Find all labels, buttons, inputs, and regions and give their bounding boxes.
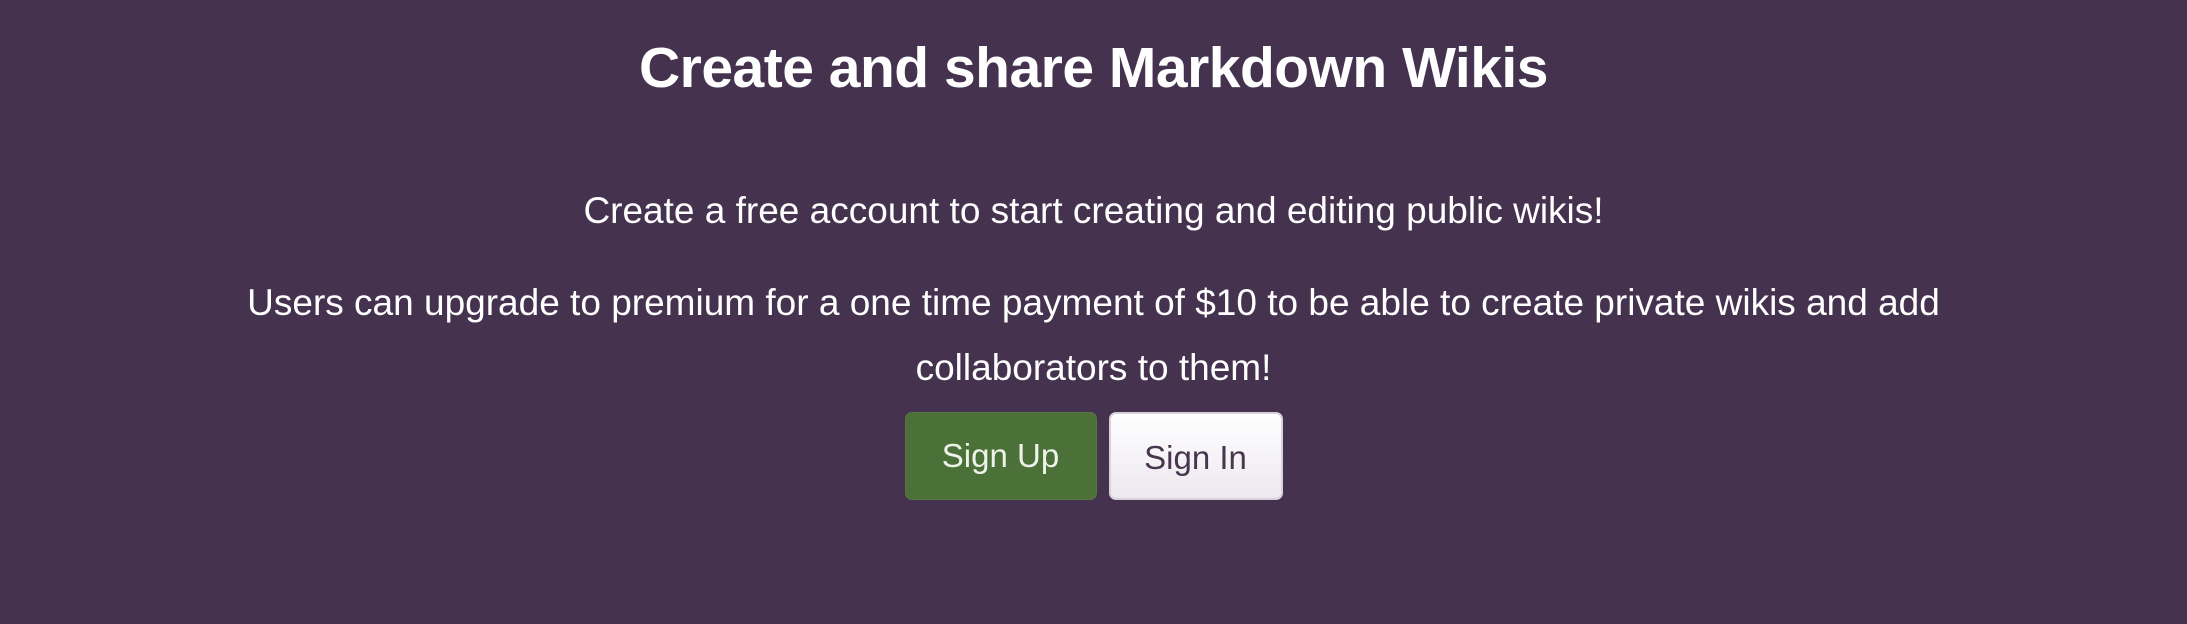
free-account-message: Create a free account to start creating … [583,190,1604,231]
page-title: Create and share Markdown Wikis [639,36,1548,100]
auth-buttons: Sign Up Sign In [0,412,2187,500]
sign-in-button[interactable]: Sign In [1108,412,1283,500]
sign-up-button[interactable]: Sign Up [904,412,1097,500]
landing-hero: Create and share Markdown Wikis Create a… [0,0,2187,624]
premium-upgrade-message: Users can upgrade to premium for a one t… [247,282,1940,388]
